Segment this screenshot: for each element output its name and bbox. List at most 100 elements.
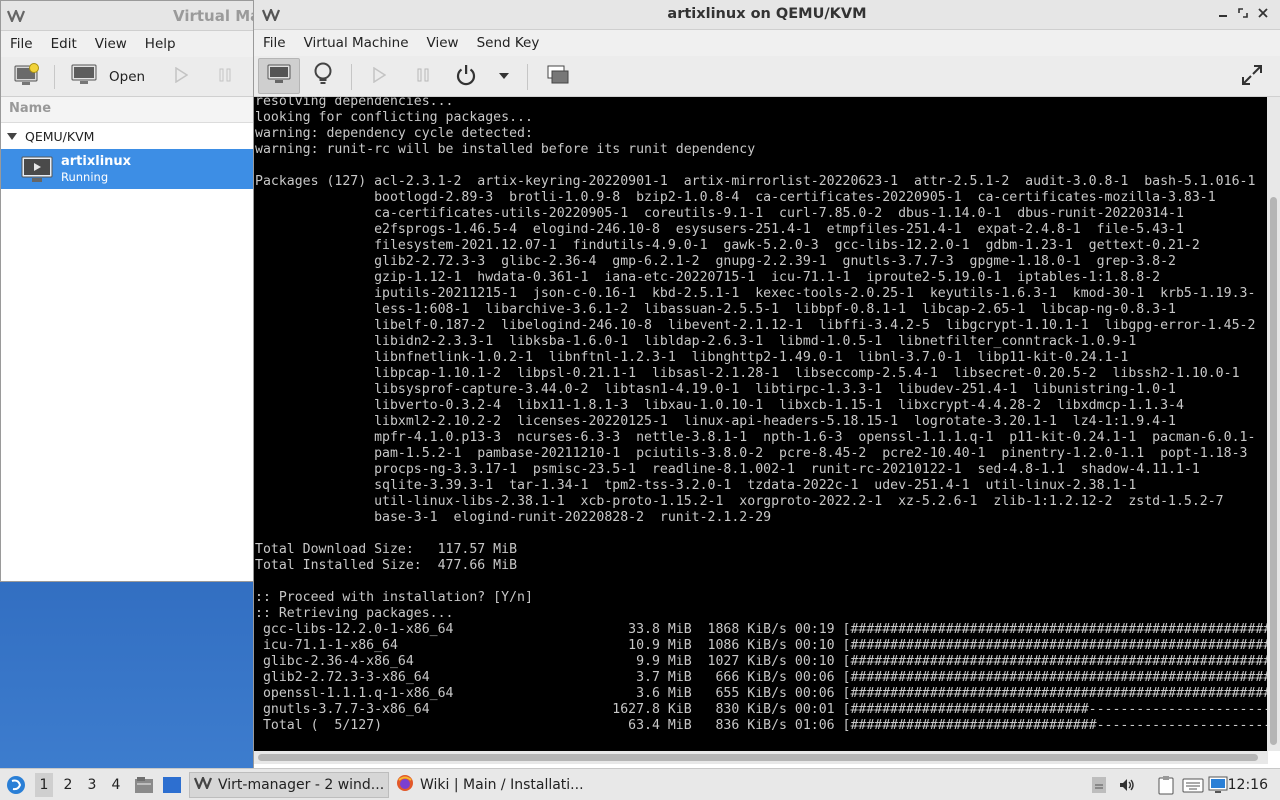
window-menu-icon[interactable] — [6, 8, 26, 26]
menu-view[interactable]: View — [418, 35, 468, 51]
task-virt-manager[interactable]: Virt-manager - 2 wind... — [189, 772, 389, 798]
terminal-line: warning: runit-rc will be installed befo… — [255, 142, 756, 157]
terminal-line: libelf-0.187-2 libelogind-246.10-8 libev… — [255, 318, 1256, 333]
snapshots-icon — [547, 65, 569, 89]
terminal-line: Total Download Size: 117.57 MiB — [255, 542, 518, 557]
shutdown-button[interactable] — [453, 64, 479, 90]
clock: 12:16 — [1227, 777, 1268, 793]
open-label: Open — [109, 69, 146, 85]
vm-screen[interactable]: resolving dependencies... looking for con… — [254, 97, 1268, 751]
menu-edit[interactable]: Edit — [42, 36, 86, 52]
vm-name: artixlinux — [61, 154, 132, 169]
volume-icon[interactable] — [1118, 776, 1136, 798]
vertical-scroll-thumb[interactable] — [1270, 197, 1277, 745]
new-vm-icon — [14, 63, 40, 91]
terminal-line: openssl-1.1.1.q-1-x86_64 3.6 MiB 655 KiB… — [255, 686, 1268, 701]
maximize-icon[interactable] — [1236, 7, 1250, 21]
pause-icon — [416, 67, 430, 87]
console-titlebar[interactable]: artixlinux on QEMU/KVM — [254, 0, 1280, 30]
menu-help[interactable]: Help — [136, 36, 185, 52]
pause-button[interactable] — [412, 66, 434, 88]
close-icon[interactable] — [1256, 7, 1270, 21]
menu-virtual-machine[interactable]: Virtual Machine — [295, 35, 418, 51]
console-toolbar — [254, 56, 1280, 97]
terminal-line: libxml2-2.10.2-2 licenses-20220125-1 lin… — [255, 414, 1176, 429]
pause-button[interactable] — [215, 67, 235, 87]
console-title: artixlinux on QEMU/KVM — [667, 6, 867, 22]
file-manager-icon[interactable] — [134, 776, 154, 798]
terminal-line: filesystem-2021.12.07-1 findutils-4.9.0-… — [255, 238, 1200, 253]
taskbar: 1 2 3 4 Virt-manager - 2 wind... Wiki | … — [0, 768, 1280, 800]
terminal-line: libverto-0.3.2-4 libx11-1.8.1-3 libxau-1… — [255, 398, 1184, 413]
new-vm-button[interactable] — [13, 63, 41, 91]
shutdown-menu-button[interactable] — [496, 68, 512, 84]
run-button[interactable] — [368, 66, 390, 88]
monitor-icon — [267, 64, 291, 88]
terminal-line: glibc-2.36-4-x86_64 9.9 MiB 1027 KiB/s 0… — [255, 654, 1268, 669]
virt-manager-window: Virtual Ma File Edit View Help Open Name… — [0, 0, 260, 582]
vmm-titlebar[interactable]: Virtual Ma — [1, 1, 260, 31]
terminal-line: less-1:608-1 libarchive-3.6.1-2 libassua… — [255, 302, 1176, 317]
terminal-line: bootlogd-2.89-3 brotli-1.0.9-8 bzip2-1.0… — [255, 190, 1216, 205]
terminal-line: Total ( 5/127) 63.4 MiB 836 KiB/s 01:06 … — [255, 718, 1268, 733]
terminal-line: libidn2-2.3.3-1 libksba-1.6.0-1 libldap-… — [255, 334, 1137, 349]
vm-list-item[interactable]: artixlinux Running — [1, 149, 255, 189]
terminal-line: looking for conflicting packages... — [255, 110, 533, 125]
chevron-down-icon — [498, 69, 510, 84]
show-console-button[interactable] — [258, 58, 300, 94]
terminal-line: :: Proceed with installation? [Y/n] — [255, 590, 533, 605]
task-firefox[interactable]: Wiki | Main / Installati... — [392, 772, 592, 798]
firefox-icon — [396, 774, 414, 796]
name-column-header[interactable]: Name — [1, 97, 255, 123]
vm-state: Running — [61, 170, 109, 184]
clipboard-icon[interactable] — [1156, 775, 1176, 799]
start-menu-icon[interactable] — [6, 775, 26, 799]
fullscreen-button[interactable] — [1239, 64, 1265, 90]
horizontal-scroll-thumb[interactable] — [258, 754, 1258, 761]
horizontal-scrollbar[interactable] — [254, 751, 1268, 764]
vertical-scrollbar[interactable] — [1267, 97, 1280, 751]
terminal-line: sqlite-3.39.3-1 tar-1.34-1 tpm2-tss-3.2.… — [255, 478, 1137, 493]
terminal-line: procps-ng-3.3.17-1 psmisc-23.5-1 readlin… — [255, 462, 1200, 477]
fullscreen-icon — [1241, 64, 1263, 90]
minimize-icon[interactable] — [1216, 7, 1230, 21]
terminal-line: icu-71.1-1-x86_64 10.9 MiB 1086 KiB/s 00… — [255, 638, 1268, 653]
workspace-4[interactable]: 4 — [107, 777, 125, 793]
terminal-line: e2fsprogs-1.46.5-4 elogind-246.10-8 esys… — [255, 222, 1184, 237]
open-button[interactable]: Open — [71, 64, 145, 90]
terminal-output: resolving dependencies... looking for con… — [255, 97, 1268, 734]
workspace-3[interactable]: 3 — [83, 777, 101, 793]
terminal-line: Packages (127) acl-2.3.1-2 artix-keyring… — [255, 174, 1256, 189]
connection-group[interactable]: QEMU/KVM — [1, 123, 255, 149]
workspace-1[interactable]: 1 — [35, 773, 53, 797]
run-button[interactable] — [171, 66, 191, 87]
workspace-2[interactable]: 2 — [59, 777, 77, 793]
expander-icon[interactable] — [7, 132, 17, 140]
menu-file[interactable]: File — [1, 36, 42, 52]
notes-icon[interactable] — [1090, 776, 1108, 798]
terminal-line: Total Installed Size: 477.66 MiB — [255, 558, 518, 573]
menu-view[interactable]: View — [86, 36, 136, 52]
terminal-line: gnutls-3.7.7-3-x86_64 1627.8 KiB 830 KiB… — [255, 702, 1268, 717]
show-details-button[interactable] — [309, 62, 337, 90]
task-virt-manager-label: Virt-manager - 2 wind... — [218, 777, 385, 793]
terminal-line: warning: dependency cycle detected: — [255, 126, 533, 141]
terminal-line: glib2-2.72.3-3-x86_64 3.7 MiB 666 KiB/s … — [255, 670, 1268, 685]
menu-file[interactable]: File — [254, 35, 295, 51]
snapshots-button[interactable] — [545, 64, 571, 90]
terminal-line: ca-certificates-utils-20220905-1 coreuti… — [255, 206, 1184, 221]
terminal-line: mpfr-4.1.0.p13-3 ncurses-6.3-3 nettle-3.… — [255, 430, 1256, 445]
menu-send-key[interactable]: Send Key — [468, 35, 549, 51]
console-menubar: File Virtual Machine View Send Key — [254, 30, 1280, 56]
vm-monitor-icon — [21, 155, 53, 189]
lightbulb-icon — [313, 62, 333, 90]
terminal-line: libsysprof-capture-3.44.0-2 libtasn1-4.1… — [255, 382, 1176, 397]
keyboard-icon[interactable] — [1182, 776, 1204, 798]
play-icon — [372, 66, 387, 87]
monitor-icon — [71, 64, 97, 90]
pause-icon — [218, 67, 232, 87]
vmm-menubar: File Edit View Help — [1, 31, 255, 57]
show-desktop-icon[interactable] — [162, 776, 182, 798]
